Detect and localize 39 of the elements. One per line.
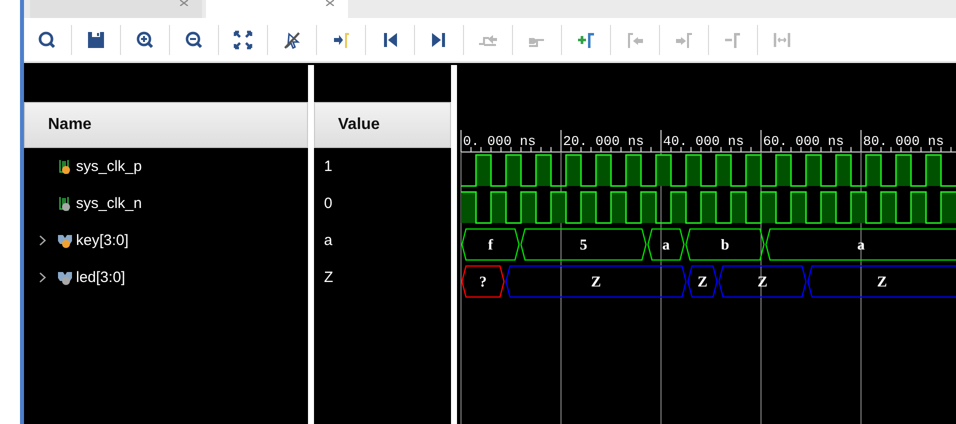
expand-caret-icon[interactable] — [39, 272, 46, 283]
signal-icon — [57, 196, 73, 212]
time-label: 20. 000 ns — [563, 135, 644, 150]
crossed-pointer-icon[interactable] — [282, 30, 302, 50]
time-label: 60. 000 ns — [763, 135, 844, 150]
bus-value: Z — [591, 274, 601, 290]
signal-value: Z — [324, 269, 334, 286]
bus-value: b — [720, 238, 730, 254]
bus-value: Z — [877, 274, 887, 290]
expand-icon[interactable] — [233, 30, 253, 50]
time-label: 80. 000 ns — [863, 135, 944, 150]
time-label: 40. 000 ns — [663, 135, 744, 150]
zoom-out-icon[interactable] — [184, 30, 204, 50]
time-label: 0. 000 ns — [463, 135, 536, 150]
signal-value: a — [324, 232, 332, 249]
signal-value: 1 — [324, 158, 332, 175]
expand-caret-icon[interactable] — [39, 235, 46, 246]
bus-value: f — [488, 238, 493, 254]
signal-value: 0 — [324, 195, 332, 212]
close-icon[interactable] — [326, 0, 334, 6]
bus-value: Z — [758, 274, 768, 290]
bus-value: Z — [698, 274, 708, 290]
signal-name[interactable]: key[3:0] — [76, 232, 129, 249]
signal-name[interactable]: sys_clk_n — [76, 195, 142, 212]
bus-signal-icon — [57, 232, 73, 248]
signal-icon — [57, 158, 73, 174]
column-header[interactable]: Name — [24, 102, 308, 148]
close-icon[interactable] — [180, 0, 188, 6]
signal-name[interactable]: sys_clk_p — [76, 158, 142, 175]
bus-value: ? — [479, 274, 487, 290]
bus-value: 5 — [580, 238, 588, 254]
search-icon[interactable] — [37, 30, 57, 50]
bus-value: a — [857, 238, 865, 254]
zoom-in-icon[interactable] — [135, 30, 155, 50]
bus-signal-icon — [57, 270, 73, 286]
bus-value: a — [662, 238, 670, 254]
signal-name[interactable]: led[3:0] — [76, 269, 126, 286]
save-icon[interactable] — [86, 30, 106, 50]
column-header[interactable]: Value — [314, 102, 451, 148]
